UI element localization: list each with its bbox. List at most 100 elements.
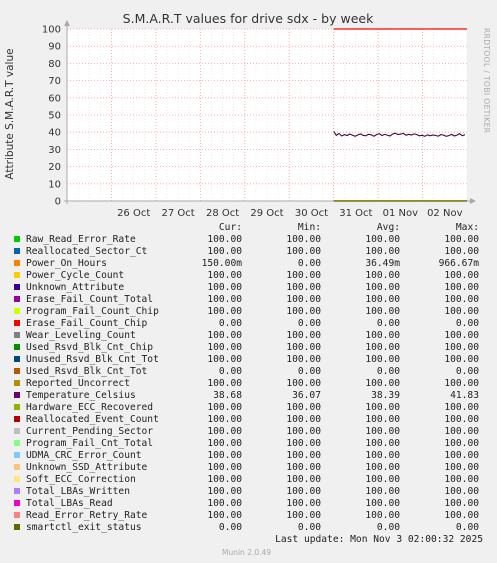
legend-series-name: Power_Cycle_Count bbox=[26, 270, 125, 281]
legend-row: Temperature_Celsius 38.68 36.07 38.39 41.83 bbox=[0, 390, 497, 402]
legend-value-cur: 100.00 bbox=[207, 510, 242, 521]
legend-value-min: 100.00 bbox=[286, 342, 321, 353]
legend-series-name: Reallocated_Sector_Ct bbox=[26, 246, 148, 257]
y-tick-label: 30 bbox=[48, 145, 61, 156]
y-tick-label: 10 bbox=[48, 179, 61, 190]
legend-value-avg: 100.00 bbox=[365, 378, 400, 389]
legend-value-min: 100.00 bbox=[286, 510, 321, 521]
legend-value-max: 100.00 bbox=[444, 438, 479, 449]
legend-series-name: Program_Fail_Count_Chip bbox=[26, 306, 159, 317]
x-tick-label: 26 Oct bbox=[117, 208, 150, 219]
legend-row: Used_Rsvd_Blk_Cnt_Tot 0.00 0.00 0.00 0.00 bbox=[0, 366, 497, 378]
munin-version: Munin 2.0.49 bbox=[222, 548, 272, 557]
legend-value-avg: 100.00 bbox=[365, 402, 400, 413]
legend-value-cur: 100.00 bbox=[207, 426, 242, 437]
legend-swatch bbox=[14, 368, 20, 374]
legend-value-max: 41.83 bbox=[450, 390, 479, 401]
legend-value-avg: 100.00 bbox=[365, 294, 400, 305]
legend-series-name: Total_LBAs_Written bbox=[26, 486, 130, 497]
legend-row: Program_Fail_Cnt_Total 100.00 100.00 100.00… bbox=[0, 438, 497, 450]
y-tick-label: 80 bbox=[48, 59, 61, 70]
legend-row: Erase_Fail_Count_Chip 0.00 0.00 0.00 0.00 bbox=[0, 318, 497, 330]
y-tick-label: 60 bbox=[48, 93, 61, 104]
x-tick-label: 31 Oct bbox=[339, 208, 372, 219]
legend-swatch bbox=[14, 524, 20, 530]
legend-row: Reallocated_Sector_Ct 100.00 100.00 100.00 1… bbox=[0, 246, 497, 258]
legend-value-avg: 36.49m bbox=[365, 258, 400, 269]
legend-value-cur: 100.00 bbox=[207, 246, 242, 257]
legend-swatch bbox=[14, 308, 20, 314]
legend-series-name: Reported_Uncorrect bbox=[26, 378, 130, 389]
legend-value-min: 100.00 bbox=[286, 474, 321, 485]
legend-value-cur: 100.00 bbox=[207, 486, 242, 497]
legend-value-cur: 0.00 bbox=[218, 318, 242, 329]
legend-series-name: Read_Error_Retry_Rate bbox=[26, 510, 148, 521]
legend-row: Power_Cycle_Count 100.00 100.00 100.00 100.0… bbox=[0, 270, 497, 282]
legend-row: Total_LBAs_Written 100.00 100.00 100.00 100.… bbox=[0, 486, 497, 498]
legend-series-name: Raw_Read_Error_Rate bbox=[26, 234, 136, 245]
legend-series-name: Current_Pending_Sector bbox=[26, 426, 154, 437]
legend-value-cur: 100.00 bbox=[207, 450, 242, 461]
legend-value-min: 100.00 bbox=[286, 246, 321, 257]
legend-series-name: UDMA_CRC_Error_Count bbox=[26, 450, 142, 461]
x-tick-label: 01 Nov bbox=[383, 208, 419, 219]
chart-title: S.M.A.R.T values for drive sdx - by week bbox=[123, 11, 374, 26]
legend-series-name: smartctl_exit_status bbox=[26, 522, 142, 533]
legend-header-cell: Min: bbox=[297, 222, 321, 233]
legend-value-cur: 0.00 bbox=[218, 522, 242, 533]
legend-value-min: 0.00 bbox=[297, 366, 321, 377]
legend-value-max: 100.00 bbox=[444, 402, 479, 413]
legend-value-min: 36.07 bbox=[292, 390, 321, 401]
legend-row: Erase_Fail_Count_Total 100.00 100.00 100.00… bbox=[0, 294, 497, 306]
y-tick-label: 90 bbox=[48, 42, 61, 53]
x-tick-label: 02 Nov bbox=[427, 208, 463, 219]
legend-value-cur: 100.00 bbox=[207, 330, 242, 341]
legend-series-name: Used_Rsvd_Blk_Cnt_Tot bbox=[26, 366, 148, 377]
legend-row: Program_Fail_Count_Chip 100.00 100.00 100.0… bbox=[0, 306, 497, 318]
chart: S.M.A.R.T values for drive sdx - by week… bbox=[4, 11, 491, 219]
legend-value-max: 0.00 bbox=[455, 522, 479, 533]
legend-value-min: 100.00 bbox=[286, 498, 321, 509]
legend-value-min: 0.00 bbox=[297, 258, 321, 269]
legend-value-max: 966.67m bbox=[438, 258, 479, 269]
legend-swatch bbox=[14, 440, 20, 446]
y-tick-label: 70 bbox=[48, 76, 61, 87]
y-tick-label: 100 bbox=[42, 25, 61, 36]
legend-header-cell: Max: bbox=[455, 222, 479, 233]
x-axis-arrow bbox=[470, 198, 476, 204]
legend-value-min: 100.00 bbox=[286, 294, 321, 305]
legend-row: Reallocated_Event_Count 100.00 100.00 100.0… bbox=[0, 414, 497, 426]
legend-value-max: 100.00 bbox=[444, 378, 479, 389]
legend-series-name: Program_Fail_Cnt_Total bbox=[26, 438, 154, 449]
legend-value-min: 100.00 bbox=[286, 378, 321, 389]
legend-value-max: 100.00 bbox=[444, 294, 479, 305]
legend-value-max: 100.00 bbox=[444, 246, 479, 257]
legend-row: Hardware_ECC_Recovered 100.00 100.00 100.00… bbox=[0, 402, 497, 414]
legend-swatch bbox=[14, 344, 20, 350]
legend-header: Cur: Min: Avg: Max: bbox=[0, 222, 497, 234]
legend-series-name: Temperature_Celsius bbox=[26, 390, 136, 401]
legend-swatch bbox=[14, 296, 20, 302]
legend-value-cur: 100.00 bbox=[207, 462, 242, 473]
legend-value-cur: 100.00 bbox=[207, 270, 242, 281]
legend-value-max: 100.00 bbox=[444, 354, 479, 365]
legend-value-avg: 0.00 bbox=[376, 318, 400, 329]
legend-value-cur: 100.00 bbox=[207, 378, 242, 389]
legend-value-cur: 150.00m bbox=[201, 258, 242, 269]
legend-value-cur: 100.00 bbox=[207, 414, 242, 425]
legend-swatch bbox=[14, 260, 20, 266]
legend-value-min: 100.00 bbox=[286, 438, 321, 449]
legend-swatch bbox=[14, 392, 20, 398]
legend-value-avg: 100.00 bbox=[365, 342, 400, 353]
y-axis-arrow bbox=[64, 20, 70, 26]
legend-value-cur: 100.00 bbox=[207, 282, 242, 293]
y-axis-label: Attribute S.M.A.R.T value bbox=[4, 48, 16, 179]
legend-value-max: 100.00 bbox=[444, 282, 479, 293]
legend-value-avg: 38.39 bbox=[371, 390, 400, 401]
legend-row: Soft_ECC_Correction 100.00 100.00 100.00 100… bbox=[0, 474, 497, 486]
x-tick-label: 27 Oct bbox=[162, 208, 195, 219]
legend-value-min: 100.00 bbox=[286, 270, 321, 281]
legend-swatch bbox=[14, 236, 20, 242]
x-tick-label: 28 Oct bbox=[206, 208, 239, 219]
legend-series-name: Power_On_Hours bbox=[26, 258, 107, 269]
